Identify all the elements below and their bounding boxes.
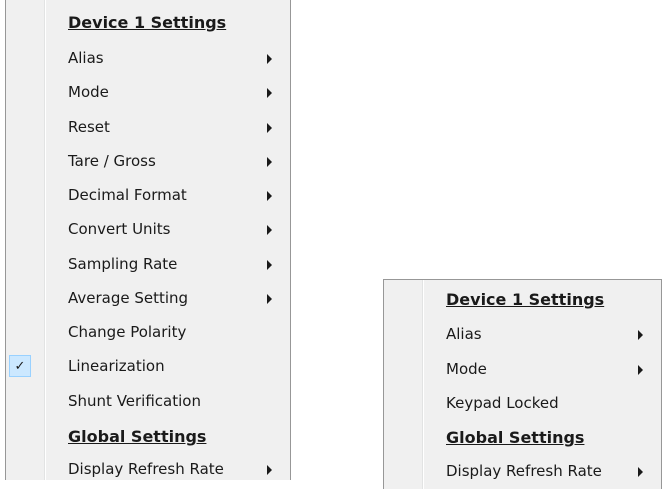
submenu-arrow-icon (638, 364, 643, 375)
menu-heading-device-1-settings: Device 1 Settings (384, 283, 661, 316)
menu-item-label: Alias (446, 325, 482, 343)
submenu-arrow-icon (267, 156, 272, 167)
menu-item-label: Tare / Gross (68, 152, 156, 170)
context-menu-device-locked: Device 1 Settings Alias Mode Keypad Lock… (383, 279, 662, 489)
menu-heading-global-settings: Global Settings (384, 421, 661, 454)
menu-item-label: Alias (68, 49, 104, 67)
menu-item-keypad-locked[interactable]: Keypad Locked (384, 387, 661, 420)
menu-item-change-polarity[interactable]: Change Polarity (6, 316, 290, 349)
submenu-arrow-icon (267, 464, 272, 475)
menu-item-label: Mode (68, 83, 109, 101)
menu-item-mode[interactable]: Mode (6, 76, 290, 109)
submenu-arrow-icon (267, 190, 272, 201)
menu-heading-label: Device 1 Settings (446, 290, 605, 309)
menu-item-sampling-rate[interactable]: Sampling Rate (6, 248, 290, 281)
menu-heading-label: Global Settings (446, 428, 585, 447)
menu-heading-global-settings: Global Settings (6, 420, 290, 453)
checkmark-icon: ✓ (9, 355, 31, 377)
menu-item-shunt-verification[interactable]: Shunt Verification (6, 385, 290, 418)
menu-item-label: Linearization (68, 357, 165, 375)
submenu-arrow-icon (267, 87, 272, 98)
menu-item-label: Convert Units (68, 220, 171, 238)
context-menu-device-full: Device 1 Settings Alias Mode Reset Tare … (5, 0, 291, 480)
menu-item-alias[interactable]: Alias (6, 42, 290, 75)
menu-item-alias[interactable]: Alias (384, 318, 661, 351)
menu-item-label: Display Refresh Rate (68, 460, 224, 478)
menu-item-label: Reset (68, 118, 110, 136)
menu-item-tare-gross[interactable]: Tare / Gross (6, 145, 290, 178)
submenu-arrow-icon (638, 466, 643, 477)
menu-heading-label: Global Settings (68, 427, 207, 446)
menu-item-label: Display Refresh Rate (446, 462, 602, 480)
menu-item-linearization[interactable]: ✓ Linearization (6, 350, 290, 383)
menu-item-convert-units[interactable]: Convert Units (6, 213, 290, 246)
menu-item-label: Change Polarity (68, 323, 187, 341)
submenu-arrow-icon (267, 224, 272, 235)
menu-item-reset[interactable]: Reset (6, 111, 290, 144)
submenu-arrow-icon (267, 53, 272, 64)
menu-item-label: Shunt Verification (68, 392, 201, 410)
menu-item-display-refresh-rate[interactable]: Display Refresh Rate (384, 455, 661, 488)
submenu-arrow-icon (267, 293, 272, 304)
menu-item-label: Mode (446, 360, 487, 378)
menu-item-label: Sampling Rate (68, 255, 178, 273)
menu-item-mode[interactable]: Mode (384, 353, 661, 386)
menu-item-label: Average Setting (68, 289, 189, 307)
menu-item-label: Decimal Format (68, 186, 187, 204)
submenu-arrow-icon (267, 259, 272, 270)
menu-heading-device-1-settings: Device 1 Settings (6, 6, 290, 39)
submenu-arrow-icon (267, 122, 272, 133)
menu-item-decimal-format[interactable]: Decimal Format (6, 179, 290, 212)
submenu-arrow-icon (638, 329, 643, 340)
menu-item-label: Keypad Locked (446, 394, 559, 412)
menu-heading-label: Device 1 Settings (68, 13, 227, 32)
menu-item-display-refresh-rate[interactable]: Display Refresh Rate (6, 453, 290, 486)
menu-item-average-setting[interactable]: Average Setting (6, 282, 290, 315)
